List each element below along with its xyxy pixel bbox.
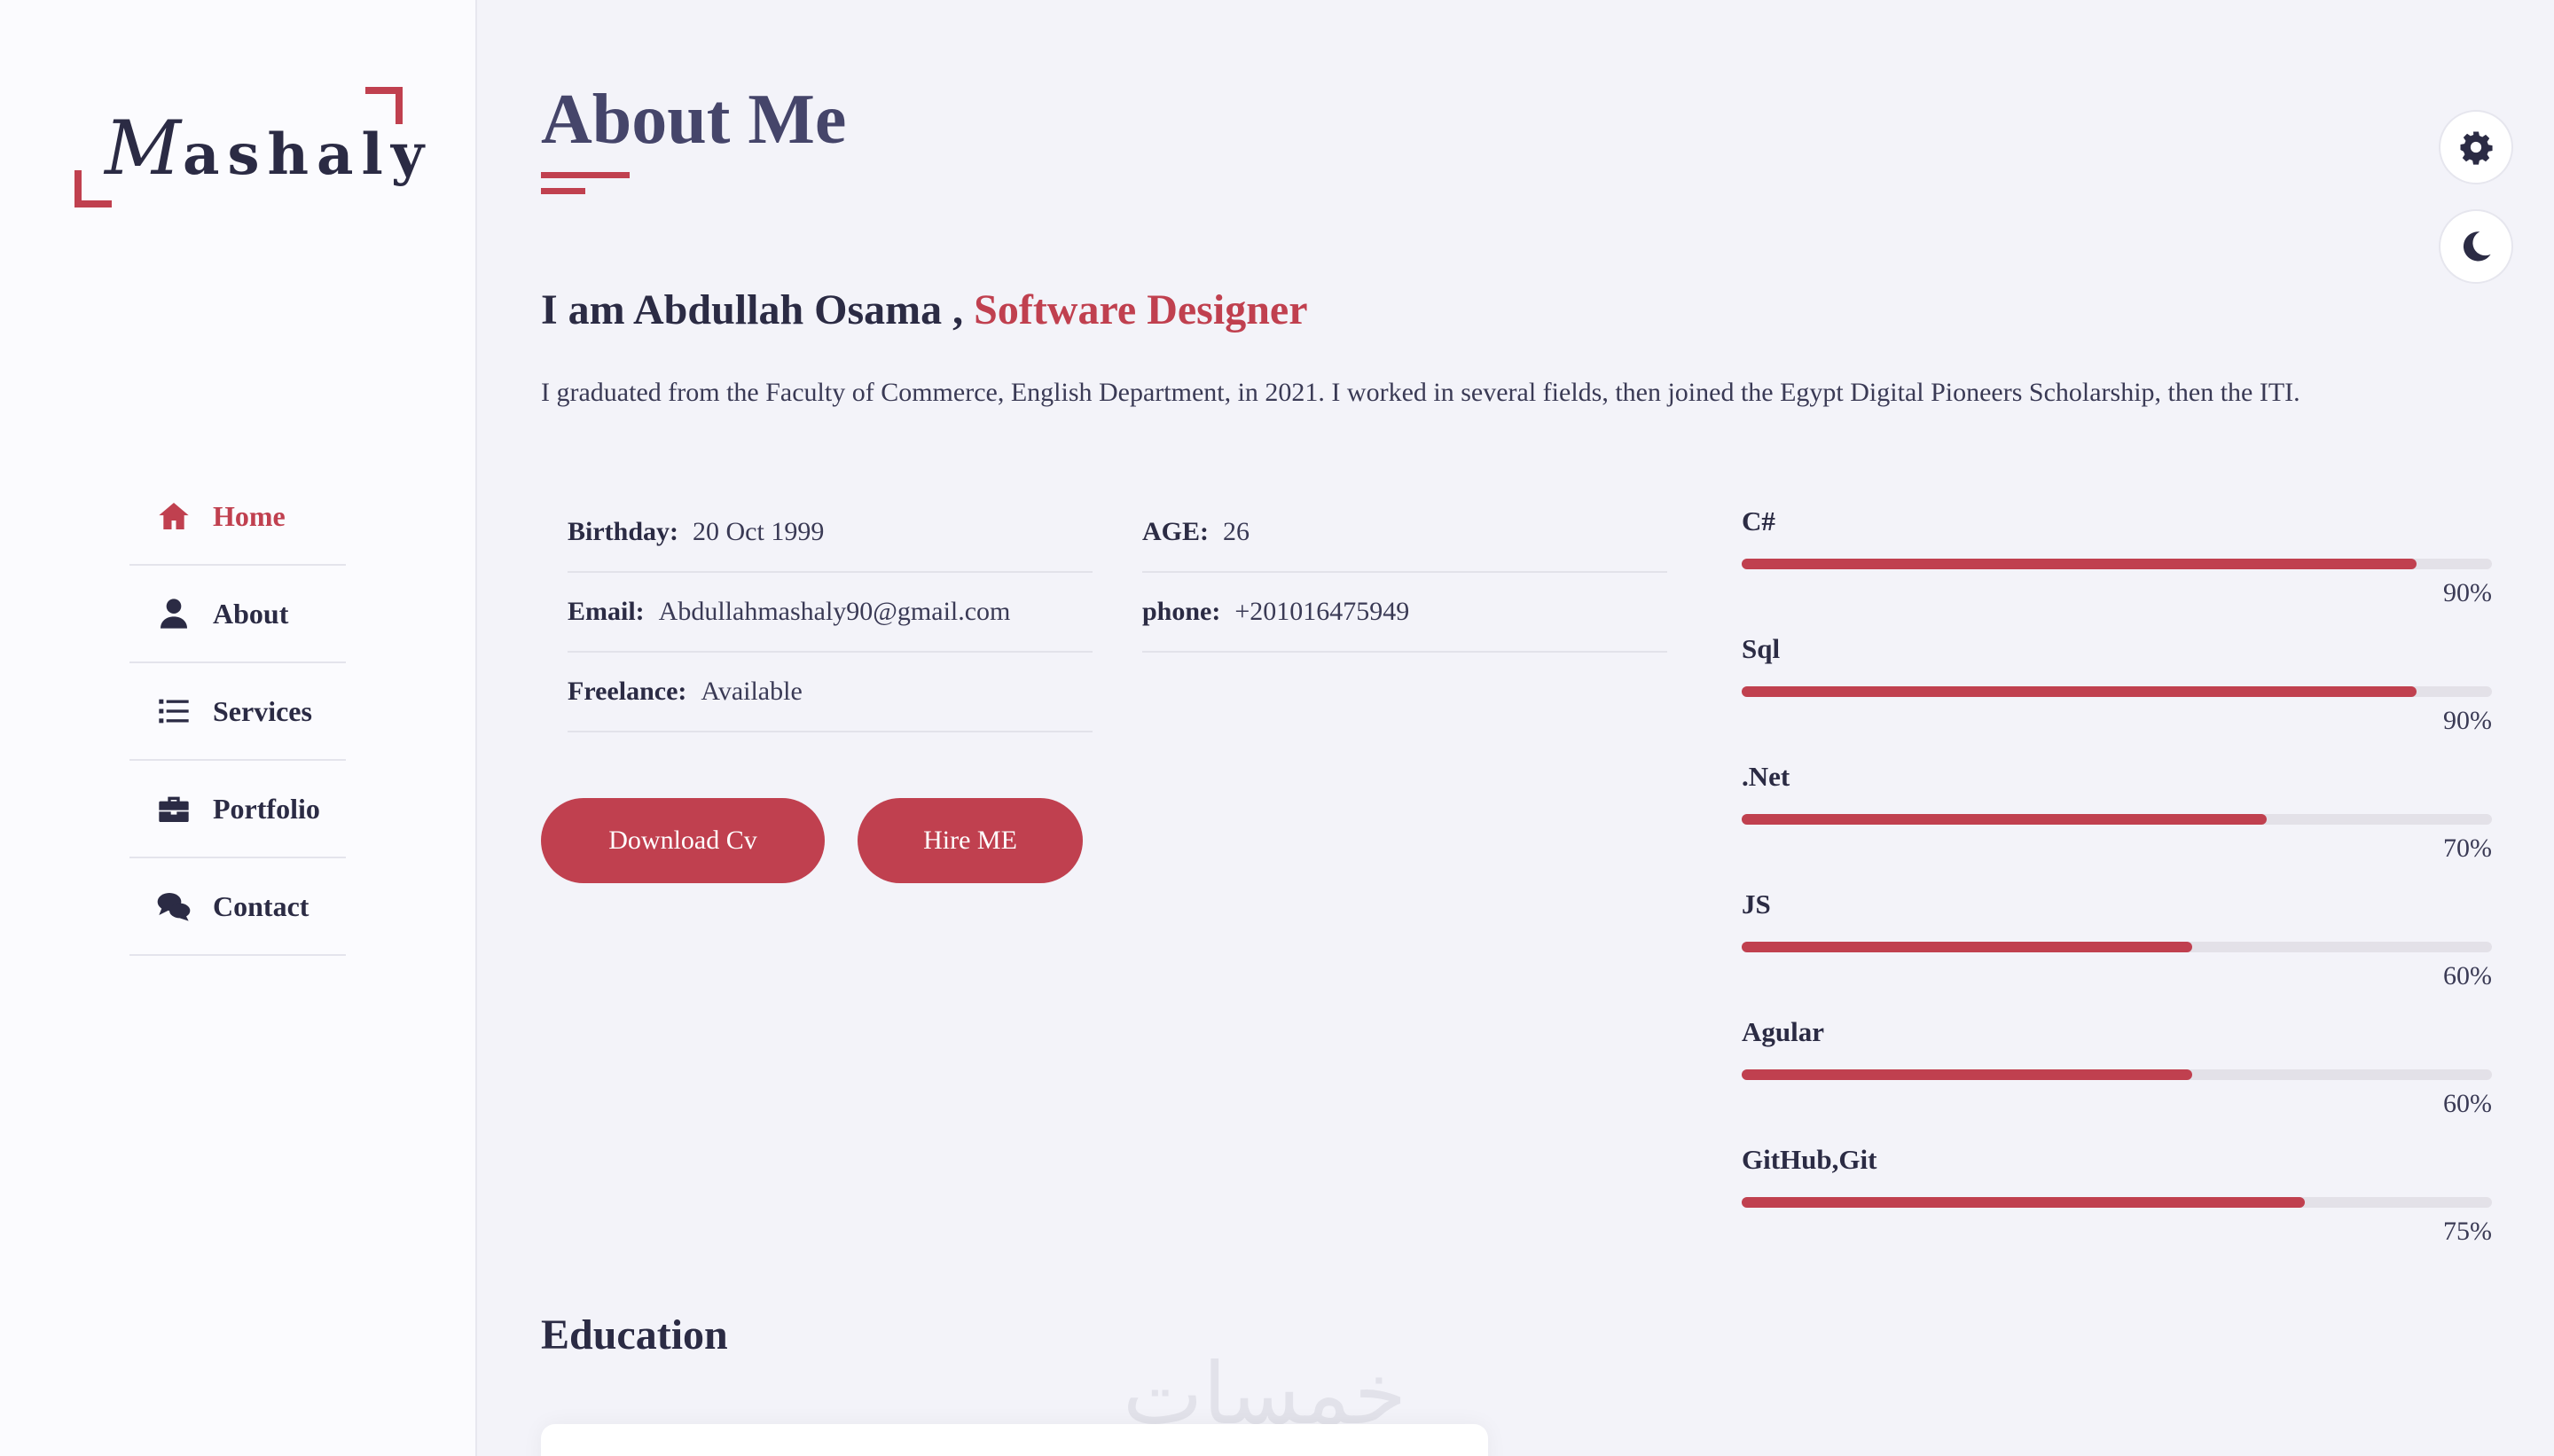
skill-name: GitHub,Git	[1742, 1144, 1877, 1175]
info-label: AGE:	[1142, 517, 1209, 546]
skill-percent: 75%	[2443, 1217, 2492, 1246]
skill-progress-track	[1742, 1197, 2492, 1208]
page-title: About Me	[541, 81, 847, 159]
skill-percent: 60%	[2443, 961, 2492, 990]
skill-progress-fill	[1742, 1069, 2192, 1080]
nav-item-label: Services	[213, 694, 312, 727]
nav-item-about[interactable]: About	[129, 566, 346, 663]
skill-progress-track	[1742, 814, 2492, 825]
info-label: Birthday:	[568, 517, 679, 546]
download-cv-button[interactable]: Download Cv	[541, 798, 825, 883]
home-icon	[159, 503, 189, 529]
education-card	[541, 1424, 1488, 1456]
info-email: Email: Abdullahmashaly90@gmail.com	[568, 573, 1093, 653]
comments-icon	[157, 893, 191, 921]
nav-item-label: Contact	[213, 889, 309, 922]
skill-progress-track	[1742, 942, 2492, 952]
info-value: 20 Oct 1999	[693, 517, 825, 546]
skills-list: C# 90% Sql 90% .Net 70% JS 60% Agular 60…	[1742, 502, 2492, 1268]
nav-item-label: Portfolio	[213, 792, 320, 825]
about-section: About Me I am Abdullah Osama , Software …	[541, 0, 2510, 1456]
intro-name: I am Abdullah Osama ,	[541, 286, 975, 333]
skill-progress-fill	[1742, 1197, 2305, 1208]
nav-item-label: Home	[213, 499, 286, 532]
info-label: phone:	[1142, 597, 1221, 626]
skill-progress-fill	[1742, 686, 2417, 697]
skill-item: Sql 90%	[1742, 630, 2492, 757]
logo[interactable]: Mashaly	[74, 87, 424, 207]
gear-icon	[2460, 131, 2493, 165]
info-value: Abdullahmashaly90@gmail.com	[658, 597, 1011, 626]
skill-progress-track	[1742, 1069, 2492, 1080]
briefcase-icon	[159, 796, 189, 822]
skill-name: .Net	[1742, 761, 1790, 792]
skill-percent: 90%	[2443, 578, 2492, 607]
skill-percent: 70%	[2443, 834, 2492, 863]
settings-button[interactable]	[2439, 110, 2513, 184]
logo-text: Mashaly	[105, 105, 433, 192]
skill-item: JS 60%	[1742, 885, 2492, 1013]
nav-item-portfolio[interactable]: Portfolio	[129, 761, 346, 858]
skill-progress-track	[1742, 686, 2492, 697]
sidebar: Mashaly Home About Services Portfolio Co…	[0, 0, 477, 1456]
info-label: Email:	[568, 597, 645, 626]
intro-heading: I am Abdullah Osama , Software Designer	[541, 286, 1308, 334]
intro-role: Software Designer	[974, 286, 1308, 333]
nav-item-services[interactable]: Services	[129, 663, 346, 761]
info-value: 26	[1223, 517, 1250, 546]
skill-name: JS	[1742, 888, 1771, 920]
skill-percent: 90%	[2443, 706, 2492, 735]
theme-toggle-button[interactable]	[2439, 209, 2513, 284]
skill-progress-fill	[1742, 559, 2417, 569]
info-birthday: Birthday: 20 Oct 1999	[568, 493, 1093, 573]
info-freelance: Freelance: Available	[568, 653, 1093, 732]
title-underline	[541, 172, 630, 178]
moon-icon	[2463, 231, 2491, 262]
user-icon	[161, 599, 187, 629]
skill-progress-fill	[1742, 814, 2268, 825]
info-value: Available	[701, 677, 803, 706]
info-column-left: Birthday: 20 Oct 1999 Email: Abdullahmas…	[568, 493, 1093, 732]
nav-item-contact[interactable]: Contact	[129, 858, 346, 956]
skill-item: C# 90%	[1742, 502, 2492, 630]
about-description: I graduated from the Faculty of Commerce…	[541, 378, 2300, 407]
skill-name: C#	[1742, 505, 1775, 536]
nav-item-home[interactable]: Home	[129, 468, 346, 566]
nav-item-label: About	[213, 597, 289, 630]
info-label: Freelance:	[568, 677, 687, 706]
skill-item: GitHub,Git 75%	[1742, 1140, 2492, 1268]
info-value: +201016475949	[1234, 597, 1410, 626]
skill-percent: 60%	[2443, 1089, 2492, 1118]
hire-me-button[interactable]: Hire ME	[858, 798, 1083, 883]
skill-name: Agular	[1742, 1016, 1824, 1047]
skill-item: Agular 60%	[1742, 1013, 2492, 1140]
skill-progress-fill	[1742, 942, 2192, 952]
title-underline-short	[541, 188, 585, 194]
info-age: AGE: 26	[1142, 493, 1667, 573]
info-column-right: AGE: 26 phone: +201016475949	[1142, 493, 1667, 653]
skill-name: Sql	[1742, 633, 1781, 664]
main-nav: Home About Services Portfolio Contact	[129, 468, 346, 956]
education-heading: Education	[541, 1311, 728, 1358]
list-icon	[159, 699, 189, 724]
skill-progress-track	[1742, 559, 2492, 569]
info-phone: phone: +201016475949	[1142, 573, 1667, 653]
skill-item: .Net 70%	[1742, 757, 2492, 885]
